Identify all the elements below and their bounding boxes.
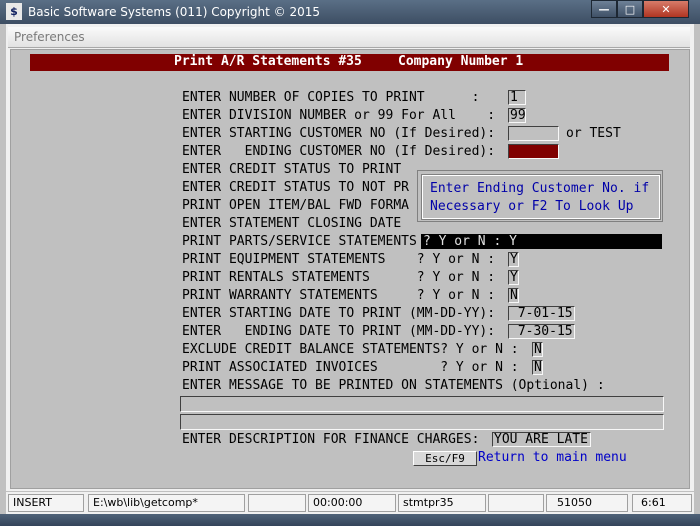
finance-field[interactable]: YOU ARE LATE <box>492 432 591 447</box>
title-bar: $ Basic Software Systems (011) Copyright… <box>0 0 700 24</box>
start-customer-label: ENTER STARTING CUSTOMER NO (If Desired): <box>182 126 496 141</box>
status-path: E:\wb\lib\getcomp* <box>88 494 245 512</box>
exclude-credit-field[interactable]: N <box>532 342 543 357</box>
return-main-menu-link[interactable]: Return to main menu <box>478 450 627 466</box>
status-version: 6:61 <box>632 494 692 512</box>
equipment-field[interactable]: Y <box>508 252 519 267</box>
associated-field[interactable]: N <box>532 360 543 375</box>
menu-preferences[interactable]: Preferences <box>14 30 85 44</box>
parts-label: PRINT PARTS/SERVICE STATEMENTS <box>182 234 417 249</box>
help-popup: Enter Ending Customer No. if Necessary o… <box>417 170 663 222</box>
end-date-label: ENTER ENDING DATE TO PRINT (MM-DD-YY): <box>182 324 496 339</box>
associated-label: PRINT ASSOCIATED INVOICES ? Y or N : <box>182 360 519 375</box>
company-label: Company Number 1 <box>398 54 524 69</box>
status-port: 51050 <box>546 494 628 512</box>
rentals-label: PRINT RENTALS STATEMENTS ? Y or N : <box>182 270 496 285</box>
status-blank1 <box>248 494 306 512</box>
exclude-credit-label: EXCLUDE CREDIT BALANCE STATEMENTS? Y or … <box>182 342 519 357</box>
window-bottom-edge <box>0 514 700 526</box>
credit-not-label: ENTER CREDIT STATUS TO NOT PR <box>182 180 409 195</box>
warranty-field[interactable]: N <box>508 288 519 303</box>
message-label: ENTER MESSAGE TO BE PRINTED ON STATEMENT… <box>182 378 605 393</box>
status-mode: INSERT <box>8 494 84 512</box>
division-label: ENTER DIVISION NUMBER or 99 For All : <box>182 108 496 123</box>
status-bar: INSERT E:\wb\lib\getcomp* 00:00:00 stmtp… <box>6 492 694 514</box>
end-date-field[interactable]: 7-30-15 <box>508 324 575 339</box>
warranty-label: PRINT WARRANTY STATEMENTS ? Y or N : <box>182 288 496 303</box>
minimize-button[interactable]: — <box>591 0 617 18</box>
or-test-label: or TEST <box>566 126 621 141</box>
status-time: 00:00:00 <box>308 494 396 512</box>
end-customer-field[interactable] <box>508 144 559 159</box>
start-customer-field[interactable] <box>508 126 559 141</box>
help-popup-line2: Necessary or F2 To Look Up <box>430 199 634 214</box>
equipment-label: PRINT EQUIPMENT STATEMENTS ? Y or N : <box>182 252 496 267</box>
closing-date-label: ENTER STATEMENT CLOSING DATE <box>182 216 402 231</box>
menu-bar: Preferences <box>8 27 690 48</box>
end-customer-label: ENTER ENDING CUSTOMER NO (If Desired): <box>182 144 496 159</box>
start-date-label: ENTER STARTING DATE TO PRINT (MM-DD-YY): <box>182 306 496 321</box>
message-field-line1[interactable] <box>180 396 664 412</box>
parts-highlight-field[interactable]: ? Y or N : Y <box>421 234 662 249</box>
copies-label: ENTER NUMBER OF COPIES TO PRINT : <box>182 90 480 105</box>
message-field-line2[interactable] <box>180 414 664 430</box>
copies-field[interactable]: 1 <box>508 90 526 105</box>
open-item-label: PRINT OPEN ITEM/BAL FWD FORMA <box>182 198 409 213</box>
help-popup-line1: Enter Ending Customer No. if <box>430 181 650 196</box>
finance-label: ENTER DESCRIPTION FOR FINANCE CHARGES: <box>182 432 480 447</box>
screen-title: Print A/R Statements #35 <box>174 54 362 69</box>
division-field[interactable]: 99 <box>508 108 526 123</box>
app-logo-icon: $ <box>6 3 22 20</box>
status-program: stmtpr35 <box>398 494 486 512</box>
close-button[interactable]: ✕ <box>643 0 689 18</box>
maximize-button[interactable]: □ <box>617 0 643 18</box>
window-title: Basic Software Systems (011) Copyright ©… <box>28 5 320 19</box>
credit-print-label: ENTER CREDIT STATUS TO PRINT <box>182 162 402 177</box>
start-date-field[interactable]: 7-01-15 <box>508 306 575 321</box>
status-blank2 <box>488 494 544 512</box>
esc-button[interactable]: Esc/F9 <box>413 451 477 466</box>
rentals-field[interactable]: Y <box>508 270 519 285</box>
